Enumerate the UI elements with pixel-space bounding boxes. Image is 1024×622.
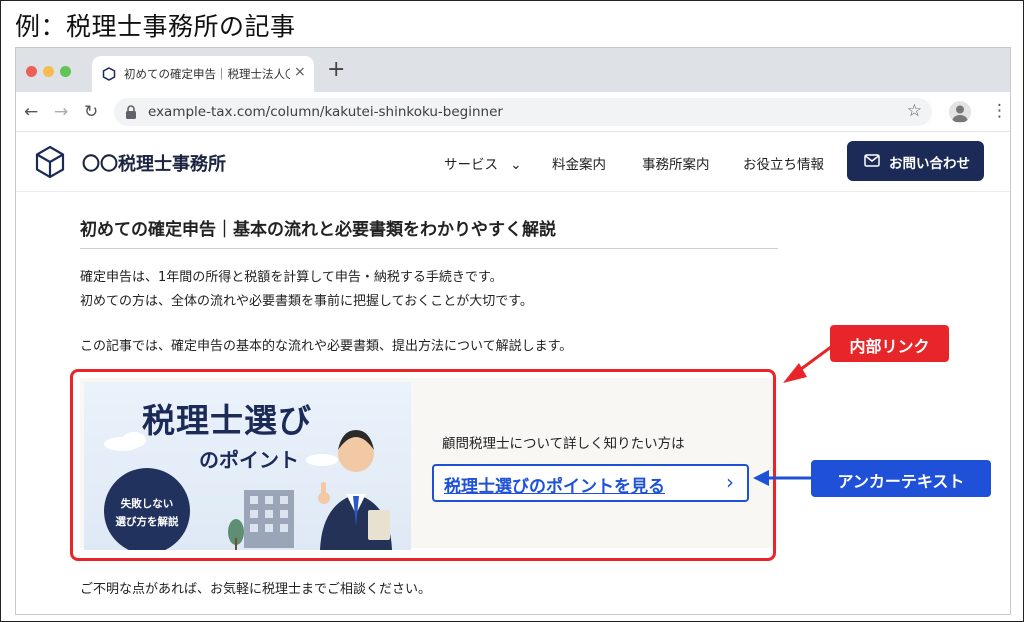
bookmark-star-icon[interactable]: ☆: [907, 101, 922, 121]
back-button[interactable]: ←: [24, 102, 38, 122]
chevron-down-icon: ⌄: [510, 157, 522, 173]
tab-bar: 初めての確定申告｜税理士法人〇〇 × +: [16, 48, 1010, 92]
article-paragraph: この記事では、確定申告の基本的な流れや必要書類、提出方法について解説します。: [80, 339, 573, 354]
profile-avatar[interactable]: [949, 101, 971, 123]
nav-item-pricing[interactable]: 料金案内: [552, 153, 606, 173]
new-tab-button[interactable]: +: [327, 57, 345, 82]
anchor-text-label-text: アンカーテキスト: [837, 472, 965, 491]
article-paragraph-line: 初めての方は、全体の流れや必要書類を事前に把握しておくことが大切です。: [80, 294, 533, 309]
article-title: 初めての確定申告｜基本の流れと必要書類をわかりやすく解説: [80, 220, 556, 240]
internal-link-label-text: 内部リンク: [849, 337, 930, 356]
address-bar[interactable]: example-tax.com/column/kakutei-shinkoku-…: [114, 98, 932, 126]
browser-toolbar: ← → ↻ example-tax.com/column/kakutei-shi…: [16, 92, 1010, 132]
article-paragraph-line: 確定申告は、1年間の所得と税額を計算して申告・納税する手続きです。: [80, 270, 503, 285]
reload-button[interactable]: ↻: [84, 102, 98, 122]
browser-menu-icon[interactable]: ⋮: [991, 101, 1008, 121]
maximize-window-dot[interactable]: [60, 66, 71, 77]
forward-button[interactable]: →: [54, 102, 68, 122]
site-favicon-icon: [102, 67, 116, 81]
person-icon: [952, 105, 968, 122]
contact-button[interactable]: お問い合わせ: [847, 141, 984, 181]
tab-close-icon[interactable]: ×: [294, 64, 306, 80]
site-logo-icon[interactable]: [34, 145, 66, 179]
title-divider: [80, 248, 778, 249]
url-text[interactable]: example-tax.com/column/kakutei-shinkoku-…: [148, 104, 503, 120]
figure-frame: 例：税理士事務所の記事 初めての確定申告｜税理士法人〇〇 × + ← → ↻ e…: [0, 0, 1024, 622]
contact-button-label: お問い合わせ: [889, 156, 970, 172]
internal-link-highlight: [70, 369, 776, 561]
site-header: 〇〇税理士事務所 サービス ⌄ 料金案内 事務所案内 お役立ち情報 お問い合わせ: [16, 132, 1010, 192]
tab-title: 初めての確定申告｜税理士法人〇〇: [124, 67, 290, 81]
nav-item-office[interactable]: 事務所案内: [642, 153, 710, 173]
minimize-window-dot[interactable]: [43, 66, 54, 77]
nav-item-resources[interactable]: お役立ち情報: [743, 153, 824, 173]
nav-item-label: サービス: [444, 157, 498, 173]
site-name[interactable]: 〇〇税理士事務所: [82, 150, 226, 176]
article-closing: ご不明な点があれば、お気軽に税理士までご相談ください。: [80, 582, 432, 597]
browser-tab-active[interactable]: 初めての確定申告｜税理士法人〇〇 ×: [92, 56, 314, 92]
figure-caption: 例：税理士事務所の記事: [15, 12, 296, 41]
anchor-text-label: アンカーテキスト: [811, 460, 991, 497]
lock-icon: [126, 105, 136, 119]
close-window-dot[interactable]: [26, 66, 37, 77]
internal-link-label: 内部リンク: [830, 325, 949, 362]
nav-item-services[interactable]: サービス ⌄: [444, 153, 522, 173]
mail-icon: [864, 154, 880, 167]
